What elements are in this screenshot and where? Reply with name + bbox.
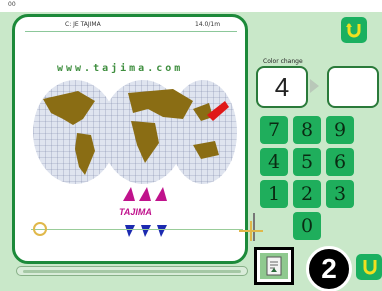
next-arrow-icon [310,79,319,93]
keypad-key-2[interactable]: 2 [293,180,321,208]
keypad-key-9[interactable]: 9 [326,116,354,144]
current-color-display: 4 [256,66,308,108]
ok-icon [363,260,377,275]
top-status-bar: 00 [0,0,382,12]
keypad-key-3[interactable]: 3 [326,180,354,208]
keypad-key-1[interactable]: 1 [260,180,288,208]
keypad-key-5[interactable]: 5 [293,148,321,176]
brand-text: TAJIMA [119,207,152,217]
horizontal-axis-line [31,229,243,230]
ok-button[interactable] [356,254,382,280]
design-url-text: www.tajima.com [57,63,184,74]
slider-track [23,270,241,273]
u-turn-arrow-icon [346,23,361,38]
keypad-key-6[interactable]: 6 [326,148,354,176]
keypad-key-0[interactable]: 0 [293,212,321,240]
callout-marker: 2 [306,246,352,291]
world-map-graphic [33,80,237,184]
next-color-display [327,66,379,108]
color-change-label: Color change [263,58,303,65]
design-size: 14.0/1m [195,21,221,28]
document-button[interactable] [254,247,294,285]
design-name: C: JE TAJIMA [65,21,101,28]
position-slider[interactable] [16,266,248,276]
document-button-face [260,253,288,279]
undo-button[interactable] [341,17,367,43]
header-divider [25,31,237,32]
target-circle-icon [33,222,47,236]
keypad-key-8[interactable]: 8 [293,116,321,144]
document-icon [266,256,282,276]
status-tag: 00 [8,1,16,8]
keypad-key-4[interactable]: 4 [260,148,288,176]
design-preview-panel: C: JE TAJIMA 14.0/1m www.tajima.com TAJI… [12,14,263,264]
crosshair-icon [239,221,263,241]
keypad-key-7[interactable]: 7 [260,116,288,144]
design-header: C: JE TAJIMA 14.0/1m [15,21,245,32]
